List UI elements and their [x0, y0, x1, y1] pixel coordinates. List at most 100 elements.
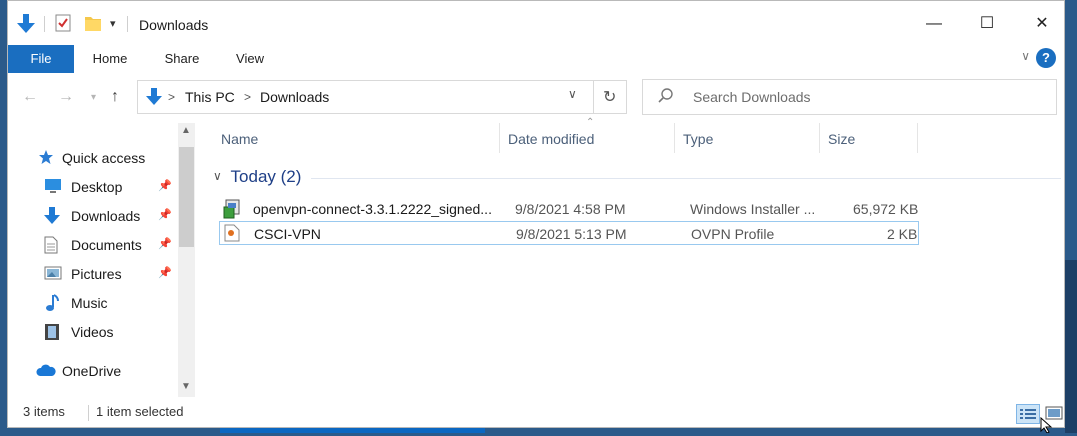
help-icon[interactable]: ? [1036, 48, 1056, 68]
file-type: Windows Installer ... [690, 201, 816, 217]
close-button[interactable]: ✕ [1019, 11, 1064, 37]
search-placeholder: Search Downloads [693, 89, 811, 105]
nav-item-documents[interactable]: Documents 📌 [36, 234, 176, 256]
scroll-up-icon[interactable]: ▲ [181, 125, 191, 136]
details-view-icon [1020, 409, 1036, 419]
download-arrow-icon [17, 14, 35, 37]
installer-icon [223, 199, 241, 222]
file-list: ⌃ Name Date modified Type Size ∨ Today (… [207, 117, 1064, 397]
column-divider[interactable] [499, 123, 500, 153]
nav-item-videos[interactable]: Videos [36, 321, 176, 343]
minimize-button[interactable]: — [911, 11, 957, 37]
column-divider[interactable] [674, 123, 675, 153]
table-row-selected[interactable]: CSCI-VPN 9/8/2021 5:13 PM OVPN Profile 2… [219, 221, 919, 245]
pin-icon[interactable]: 📌 [158, 179, 172, 192]
tab-home[interactable]: Home [82, 45, 138, 73]
column-header-type[interactable]: Type [683, 123, 713, 153]
document-icon [44, 236, 58, 257]
nav-item-quick-access[interactable]: Quick access [36, 147, 176, 169]
nav-item-label: Desktop [71, 179, 123, 195]
pin-icon[interactable]: 📌 [158, 266, 172, 279]
nav-item-label: Music [71, 295, 108, 311]
back-arrow-icon[interactable]: ← [22, 88, 38, 106]
column-divider[interactable] [819, 123, 820, 153]
recent-locations-icon[interactable]: ▾ [91, 92, 96, 103]
nav-item-label: OneDrive [62, 363, 122, 379]
nav-item-desktop[interactable]: Desktop 📌 [36, 176, 176, 198]
column-header-size[interactable]: Size [828, 123, 855, 153]
up-arrow-icon[interactable]: ↑ [111, 88, 119, 106]
file-size: 2 KB [887, 226, 918, 242]
download-arrow-icon [146, 88, 162, 109]
group-label: Today (2) [230, 167, 302, 186]
cloud-icon [36, 364, 56, 380]
mouse-cursor-icon [1040, 416, 1054, 436]
taskbar-sliver [220, 428, 485, 433]
column-header-date[interactable]: Date modified [508, 123, 594, 153]
nav-item-label: Pictures [71, 266, 122, 282]
nav-item-label: Quick access [62, 150, 146, 166]
new-folder-icon[interactable] [84, 14, 102, 35]
scroll-down-icon[interactable]: ▼ [181, 381, 191, 392]
group-header[interactable]: ∨ Today (2) [213, 167, 301, 187]
nav-item-label: Documents [71, 237, 142, 253]
file-name: CSCI-VPN [254, 226, 321, 242]
separator [127, 16, 128, 32]
status-bar: 3 items 1 item selected [8, 399, 1064, 427]
music-icon [44, 294, 60, 315]
breadcrumb-this-pc[interactable]: This PC [185, 89, 235, 105]
nav-item-label: Videos [71, 324, 114, 340]
quick-access-toolbar-dropdown-icon[interactable]: ▾ [110, 17, 116, 30]
chevron-down-icon[interactable]: ∨ [213, 169, 222, 183]
forward-arrow-icon[interactable]: → [58, 88, 74, 106]
address-dropdown-icon[interactable]: ∨ [568, 87, 577, 101]
file-size: 65,972 KB [853, 201, 919, 217]
maximize-button[interactable]: ☐ [964, 11, 1010, 37]
nav-scrollbar[interactable]: ▲ ▼ [178, 123, 195, 397]
item-count: 3 items [23, 404, 65, 419]
breadcrumb-chevron-icon[interactable]: > [244, 90, 251, 104]
properties-icon[interactable] [55, 14, 71, 35]
nav-item-pictures[interactable]: Pictures 📌 [36, 263, 176, 285]
nav-item-downloads[interactable]: Downloads 📌 [36, 205, 176, 227]
file-date: 9/8/2021 5:13 PM [516, 226, 627, 242]
nav-item-music[interactable]: Music [36, 292, 176, 314]
address-bar[interactable]: > This PC > Downloads ∨ ↻ [137, 80, 627, 114]
navigation-pane: Quick access Desktop 📌 Downloads 📌 Docum… [8, 123, 196, 397]
window-title: Downloads [139, 17, 209, 33]
ovpn-file-icon [224, 224, 240, 245]
details-view-button[interactable] [1016, 404, 1040, 424]
selection-count: 1 item selected [96, 404, 184, 419]
pin-icon[interactable]: 📌 [158, 208, 172, 221]
pin-icon[interactable]: 📌 [158, 237, 172, 250]
ribbon-tabs: File Home Share View ∨ ? [8, 45, 1064, 73]
column-divider[interactable] [917, 123, 918, 153]
search-icon [658, 88, 674, 107]
download-arrow-icon [44, 207, 60, 228]
file-name: openvpn-connect-3.3.1.2222_signed... [253, 201, 492, 217]
tab-share[interactable]: Share [154, 45, 210, 73]
videos-icon [44, 323, 60, 344]
breadcrumb-downloads[interactable]: Downloads [260, 89, 329, 105]
file-date: 9/8/2021 4:58 PM [515, 201, 626, 217]
breadcrumb-chevron-icon[interactable]: > [168, 90, 175, 104]
tab-view[interactable]: View [222, 45, 278, 73]
title-bar: ▾ Downloads — ☐ ✕ [8, 1, 1064, 45]
table-row[interactable]: openvpn-connect-3.3.1.2222_signed... 9/8… [219, 197, 919, 221]
scroll-thumb[interactable] [179, 147, 194, 247]
column-header-name[interactable]: Name [221, 123, 258, 153]
nav-item-onedrive[interactable]: OneDrive [36, 360, 176, 382]
search-box[interactable]: Search Downloads [642, 79, 1057, 115]
nav-item-label: Downloads [71, 208, 141, 224]
desktop-background [1065, 260, 1077, 433]
separator [88, 405, 89, 421]
expand-ribbon-icon[interactable]: ∨ [1021, 49, 1030, 63]
desktop-icon [44, 178, 62, 197]
star-icon [38, 149, 54, 168]
refresh-icon: ↻ [603, 89, 617, 106]
tab-file[interactable]: File [8, 45, 74, 73]
explorer-window: ▾ Downloads — ☐ ✕ File Home Share View ∨… [7, 0, 1065, 428]
separator [44, 16, 45, 32]
file-type: OVPN Profile [691, 226, 775, 242]
refresh-button[interactable]: ↻ [593, 81, 628, 113]
